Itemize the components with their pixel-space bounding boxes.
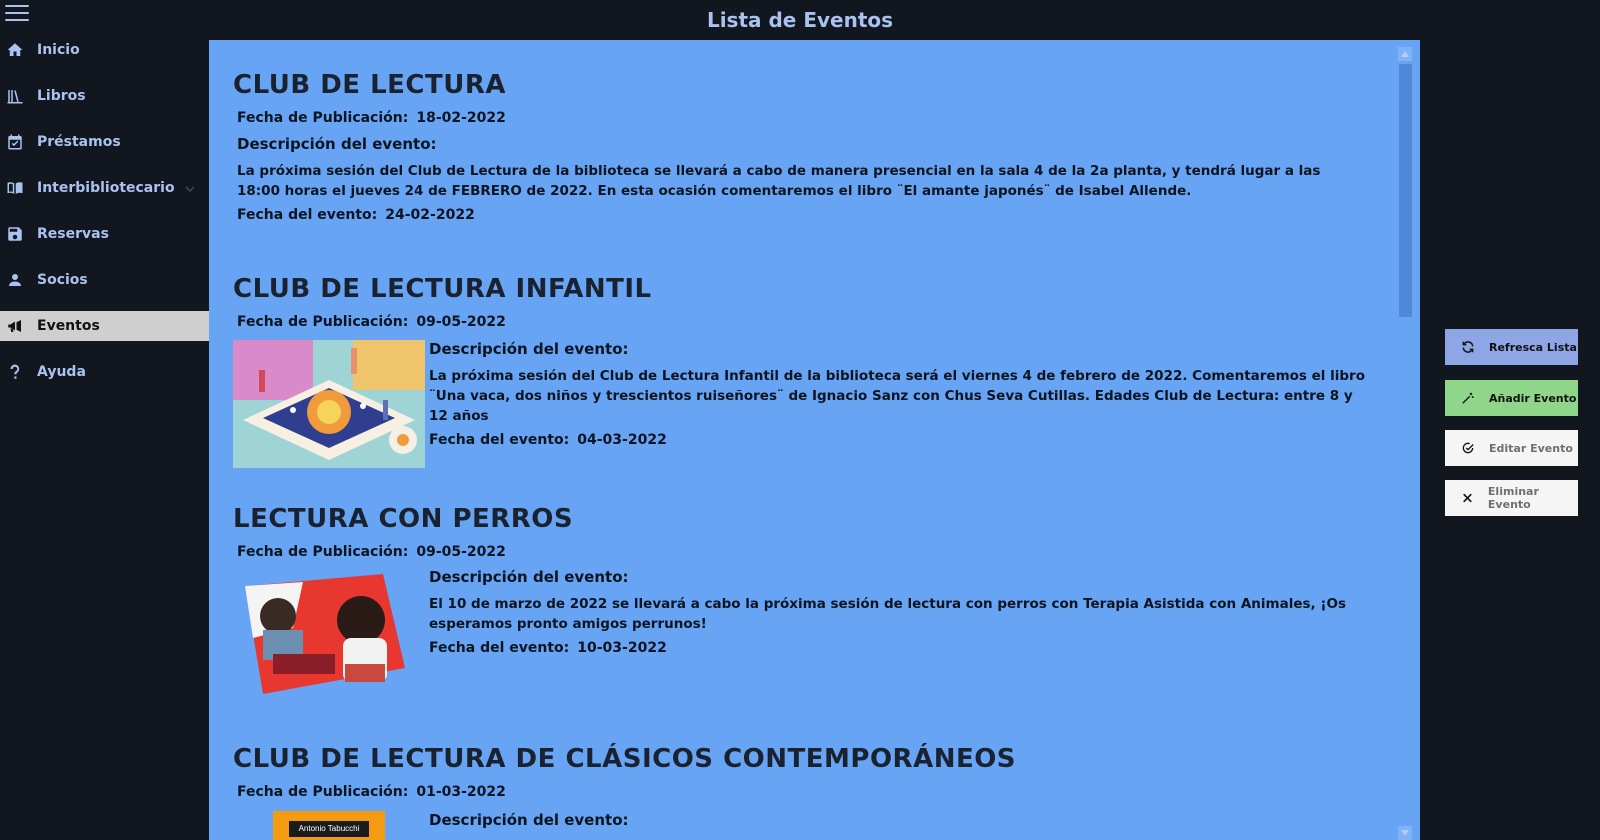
book-cover-image: Antonio Tabucchi: [273, 811, 385, 840]
events-list-panel[interactable]: CLUB DE LECTURA Fecha de Publicación: 18-…: [209, 40, 1420, 840]
publication-date: Fecha de Publicación: 09-05-2022: [237, 544, 1383, 560]
sidebar-item-inicio[interactable]: Inicio: [0, 35, 209, 65]
publication-date-label: Fecha de Publicación:: [237, 110, 409, 126]
event-description: El 10 de marzo de 2022 se llevará a cabo…: [429, 596, 1347, 632]
refresh-list-label: Refresca Lista: [1489, 340, 1577, 354]
publication-date: Fecha de Publicación: 01-03-2022: [237, 784, 1383, 800]
delete-event-button[interactable]: Eliminar Evento: [1445, 480, 1578, 516]
refresh-icon: [1462, 341, 1474, 353]
event-card: CLUB DE LECTURA DE CLÁSICOS CONTEMPORÁNE…: [233, 744, 1383, 840]
event-date-value: 04-03-2022: [577, 432, 667, 448]
event-date-label: Fecha del evento:: [237, 207, 378, 223]
event-image: [233, 568, 425, 698]
event-description: La próxima sesión del Club de Lectura de…: [237, 163, 1321, 199]
edit-check-icon: [1462, 442, 1474, 454]
sidebar-item-ayuda[interactable]: Ayuda: [0, 357, 209, 387]
sidebar-item-libros[interactable]: Libros: [0, 81, 209, 111]
event-description: La próxima sesión del Club de Lectura In…: [429, 368, 1365, 424]
sidebar-item-reservas[interactable]: Reservas: [0, 219, 209, 249]
sidebar-item-interbibliotecario[interactable]: Interbibliotecario: [0, 173, 209, 203]
open-book-icon: [5, 178, 25, 198]
close-icon: [1463, 493, 1472, 503]
event-image: [233, 340, 425, 468]
delete-event-label: Eliminar Evento: [1487, 485, 1539, 511]
sidebar-item-label: Interbibliotecario: [37, 180, 175, 196]
save-icon: [5, 224, 25, 244]
event-card: CLUB DE LECTURA Fecha de Publicación: 18-…: [233, 70, 1383, 223]
sidebar-item-label: Ayuda: [37, 364, 86, 380]
publication-date-value: 18-02-2022: [416, 110, 506, 126]
event-card: LECTURA CON PERROS Fecha de Publicación:…: [233, 504, 1383, 694]
scrollbar-thumb[interactable]: [1399, 64, 1412, 317]
event-title: LECTURA CON PERROS: [233, 504, 574, 534]
event-date: Fecha del evento: 04-03-2022: [429, 432, 1369, 448]
event-details: Descripción del evento: El 10 de marzo d…: [429, 568, 1369, 656]
scroll-down-icon[interactable]: [1398, 826, 1412, 840]
event-title: CLUB DE LECTURA INFANTIL: [233, 274, 652, 304]
event-card: CLUB DE LECTURA INFANTIL Fecha de Public…: [233, 274, 1383, 468]
refresh-list-button[interactable]: Refresca Lista: [1445, 329, 1578, 365]
event-details: Descripción del evento:: [429, 811, 1369, 829]
publication-date: Fecha de Publicación: 18-02-2022: [237, 110, 1383, 126]
publication-date-value: 09-05-2022: [416, 544, 506, 560]
event-date: Fecha del evento: 24-02-2022: [237, 207, 1383, 223]
scroll-up-icon[interactable]: [1398, 47, 1412, 61]
event-date: Fecha del evento: 10-03-2022: [429, 640, 1369, 656]
description-label: Descripción del evento:: [429, 811, 629, 829]
publication-date-label: Fecha de Publicación:: [237, 314, 409, 330]
publication-date: Fecha de Publicación: 09-05-2022: [237, 314, 1383, 330]
description-label: Descripción del evento:: [429, 340, 629, 358]
event-details: Descripción del evento: La próxima sesió…: [429, 340, 1369, 448]
add-event-button[interactable]: Añadir Evento: [1445, 380, 1578, 416]
chevron-down-icon[interactable]: [185, 182, 195, 193]
sidebar-item-label: Socios: [37, 272, 88, 288]
calendar-check-icon: [5, 132, 25, 152]
vertical-scrollbar[interactable]: [1398, 47, 1412, 840]
event-title: CLUB DE LECTURA: [233, 70, 506, 100]
sidebar-item-label: Libros: [37, 88, 86, 104]
sidebar: Inicio Libros Préstamos Interbibliotecar…: [0, 27, 209, 403]
add-event-label: Añadir Evento: [1489, 391, 1577, 405]
person-icon: [5, 270, 25, 290]
publication-date-value: 09-05-2022: [416, 314, 506, 330]
description-label: Descripción del evento:: [429, 568, 629, 586]
magic-wand-icon: [1462, 392, 1474, 404]
megaphone-icon: [5, 316, 25, 336]
publication-date-label: Fecha de Publicación:: [237, 784, 409, 800]
sidebar-item-prestamos[interactable]: Préstamos: [0, 127, 209, 157]
home-icon: [5, 40, 25, 60]
event-date-label: Fecha del evento:: [429, 432, 570, 448]
publication-date-label: Fecha de Publicación:: [237, 544, 409, 560]
sidebar-item-label: Préstamos: [37, 134, 121, 150]
sidebar-item-label: Inicio: [37, 42, 80, 58]
edit-event-button[interactable]: Editar Evento: [1445, 430, 1578, 466]
event-date-value: 10-03-2022: [577, 640, 667, 656]
sidebar-item-eventos[interactable]: Eventos: [0, 311, 209, 341]
sidebar-item-socios[interactable]: Socios: [0, 265, 209, 295]
sidebar-item-label: Reservas: [37, 226, 109, 242]
question-icon: [5, 362, 25, 382]
sidebar-item-label: Eventos: [37, 318, 100, 334]
page-title: Lista de Eventos: [706, 8, 894, 32]
edit-event-label: Editar Evento: [1489, 441, 1573, 455]
description-label: Descripción del evento:: [237, 135, 437, 153]
publication-date-value: 01-03-2022: [416, 784, 506, 800]
event-date-label: Fecha del evento:: [429, 640, 570, 656]
books-icon: [5, 86, 25, 106]
book-cover-author: Antonio Tabucchi: [289, 821, 369, 837]
event-date-value: 24-02-2022: [385, 207, 475, 223]
event-title: CLUB DE LECTURA DE CLÁSICOS CONTEMPORÁNE…: [233, 744, 1017, 774]
